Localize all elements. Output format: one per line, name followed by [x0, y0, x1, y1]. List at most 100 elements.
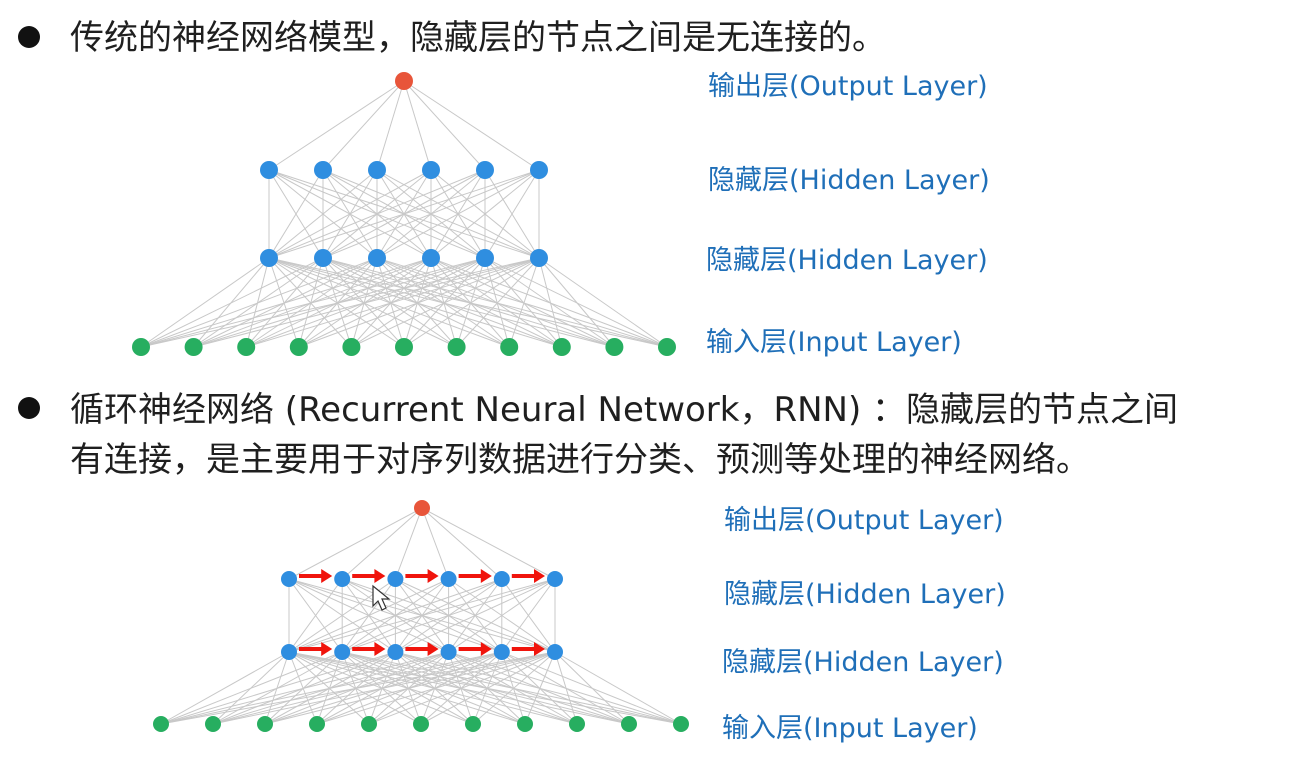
diagram1-edge — [193, 257, 540, 348]
diagram1-hidden-node — [368, 161, 386, 179]
diagram2-edge — [421, 507, 450, 580]
diagram1-edge — [140, 257, 432, 348]
diagram1-edge — [376, 257, 615, 348]
diagram1-edge — [268, 257, 300, 348]
diagram2-edge — [288, 651, 682, 725]
diagram2-edge — [264, 651, 556, 725]
bullet-text-traditional-nn: 传统的神经网络模型，隐藏层的节点之间是无连接的。 — [70, 18, 886, 58]
diagram2-edge — [288, 578, 556, 653]
diagram1-edge — [268, 257, 615, 348]
diagram1-hidden-layer-label-2: 隐藏层(Hidden Layer) — [706, 245, 988, 276]
bullet-dot-2 — [18, 397, 40, 419]
diagram1-edge — [298, 257, 324, 348]
diagram2-edge — [342, 651, 630, 725]
diagram2-edge — [288, 578, 502, 653]
diagram2-edge — [341, 578, 449, 653]
diagram1-edge — [298, 257, 378, 348]
diagram1-edge — [245, 257, 378, 348]
diagram1-edge — [322, 257, 457, 348]
diagram2-edge — [448, 651, 682, 725]
diagram2-edge — [341, 578, 449, 653]
diagram1-edge — [376, 169, 432, 259]
diagram2-hidden-node — [387, 571, 404, 587]
diagram1-edge — [508, 257, 540, 348]
diagram2-edge — [288, 651, 370, 725]
diagram1-hidden-node — [314, 161, 332, 179]
diagram1-edge — [322, 169, 486, 259]
diagram2-edge — [472, 651, 503, 725]
traditional-nn-diagram — [132, 72, 689, 732]
diagram1-edge — [322, 257, 615, 348]
diagram1-edge — [322, 169, 378, 259]
diagram1-edge — [322, 169, 432, 259]
diagram1-edge — [403, 80, 540, 171]
diagram2-recurrent-arrow — [511, 569, 545, 583]
diagram2-edge — [501, 651, 526, 725]
diagram2-edges — [160, 507, 682, 725]
diagram1-edge — [430, 257, 510, 348]
diagram1-edge — [538, 257, 615, 348]
diagram1-edge — [430, 169, 540, 259]
diagram1-hidden-node — [530, 161, 548, 179]
diagram1-edge — [268, 169, 432, 259]
diagram2-edge — [264, 651, 449, 725]
diagram1-edge — [538, 257, 563, 348]
diagram1-edge — [403, 257, 486, 348]
diagram2-edge — [212, 651, 502, 725]
diagram2-edge — [288, 507, 423, 580]
diagram2-input-node — [673, 716, 689, 732]
diagram2-edge — [395, 651, 578, 725]
diagram2-edge — [341, 578, 503, 653]
diagram1-edge — [322, 257, 562, 348]
diagram1-edge — [430, 257, 458, 348]
diagram1-edge — [268, 257, 352, 348]
diagram2-edge — [448, 651, 474, 725]
diagram2-input-node — [569, 716, 585, 732]
diagram1-edge — [430, 169, 540, 259]
diagram2-edge — [341, 578, 396, 653]
diagram1-output-node — [395, 72, 413, 90]
diagram1-edge — [322, 80, 405, 171]
diagram2-edge — [288, 651, 630, 725]
diagram2-edge — [448, 578, 503, 653]
diagram1-edge — [245, 257, 324, 348]
diagram2-edge — [288, 651, 578, 725]
diagram1-edge — [268, 257, 510, 348]
diagram2-edge — [288, 651, 422, 725]
diagram2-edge — [341, 578, 503, 653]
diagram2-input-node — [361, 716, 377, 732]
diagram1-edge — [268, 169, 324, 259]
diagram1-edge — [268, 169, 540, 259]
diagram1-edges — [140, 80, 668, 348]
diagram1-edge — [376, 257, 668, 348]
diagram2-edge — [341, 651, 370, 725]
diagram2-edge — [394, 578, 450, 653]
diagram2-hidden-node — [440, 571, 457, 587]
diagram2-edge — [448, 651, 578, 725]
diagram2-edge — [341, 651, 474, 725]
diagram2-edge — [212, 651, 290, 725]
diagram1-edge — [140, 257, 486, 348]
diagram1-edge — [430, 257, 615, 348]
diagram2-edge — [394, 651, 422, 725]
diagram1-edge — [193, 257, 324, 348]
diagram1-hidden-node — [476, 161, 494, 179]
diagram1-edge — [140, 257, 540, 348]
diagram1-input-node — [184, 338, 203, 356]
diagram2-edge — [264, 651, 396, 725]
diagram2-edge — [288, 578, 449, 653]
diagram1-edge — [322, 257, 668, 348]
diagram1-edge — [322, 169, 540, 259]
diagram1-edge — [430, 169, 486, 259]
diagram2-edge — [160, 651, 502, 725]
diagram1-input-node — [237, 338, 256, 356]
diagram2-input-node — [465, 716, 481, 732]
diagram2-edge — [341, 507, 423, 580]
diagram2-edge — [395, 578, 556, 653]
diagram2-input-node — [205, 716, 221, 732]
diagram1-edge — [350, 257, 378, 348]
diagram1-edge — [538, 257, 668, 348]
diagram2-edge — [421, 507, 556, 580]
diagram2-recurrent-arrow — [405, 642, 439, 656]
diagram1-input-node — [447, 338, 466, 356]
